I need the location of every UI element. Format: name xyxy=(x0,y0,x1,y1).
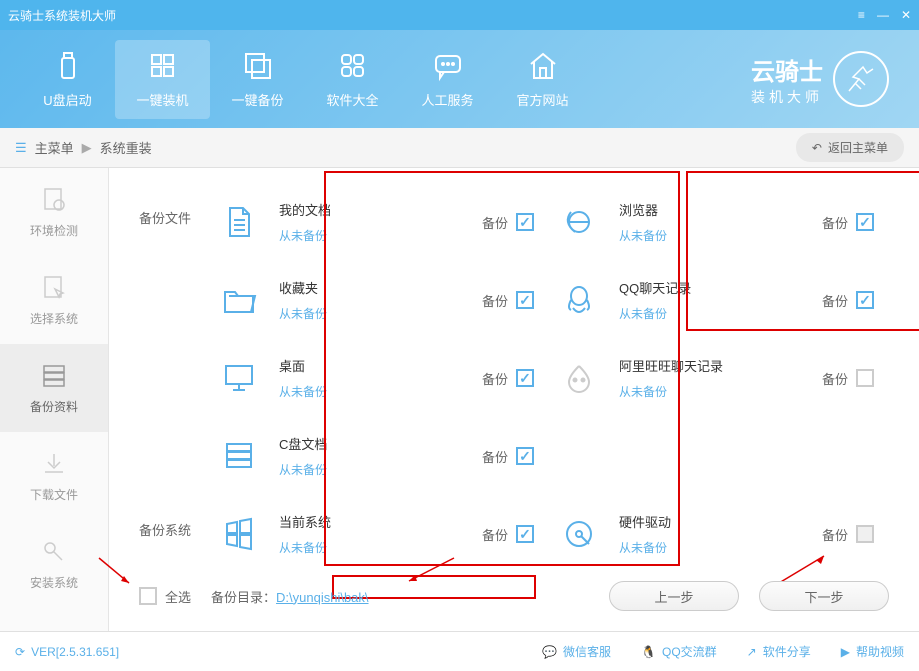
select-all-checkbox[interactable] xyxy=(139,587,157,605)
backup-checkbox[interactable] xyxy=(856,291,874,309)
version-info[interactable]: ⟳ VER[2.5.31.651] xyxy=(15,645,119,659)
next-button[interactable]: 下一步 xyxy=(759,581,889,611)
nav-one-click-install[interactable]: 一键装机 xyxy=(115,40,210,119)
backup-item-documents: 我的文档从未备份 备份 xyxy=(209,183,544,261)
chat-icon xyxy=(432,50,464,82)
breadcrumb-main[interactable]: 主菜单 xyxy=(35,138,74,157)
video-icon: ▶ xyxy=(841,645,850,659)
download-icon xyxy=(40,450,68,478)
sidebar-backup-data[interactable]: 备份资料 xyxy=(0,344,108,432)
usb-icon xyxy=(52,50,84,82)
backup-checkbox[interactable] xyxy=(516,525,534,543)
document-icon xyxy=(221,204,257,240)
footer-qq[interactable]: 🐧QQ交流群 xyxy=(641,643,717,660)
cursor-doc-icon xyxy=(40,274,68,302)
qq-icon xyxy=(561,282,597,318)
nav-support[interactable]: 人工服务 xyxy=(400,40,495,119)
gear-doc-icon xyxy=(40,186,68,214)
path-link[interactable]: D:\yunqishi\bak\ xyxy=(276,590,369,605)
home-icon xyxy=(527,50,559,82)
desktop-icon xyxy=(221,360,257,396)
title-bar: 云骑士系统装机大师 ≡ — ✕ xyxy=(0,0,919,30)
apps-icon xyxy=(337,50,369,82)
backup-checkbox[interactable] xyxy=(516,369,534,387)
close-icon[interactable]: ✕ xyxy=(901,8,911,22)
backup-checkbox[interactable] xyxy=(516,213,534,231)
undo-icon: ↶ xyxy=(812,141,822,155)
sidebar-install[interactable]: 安装系统 xyxy=(0,520,108,608)
chevron-right-icon: ▶ xyxy=(82,140,92,156)
backup-path: 备份目录：D:\yunqishi\bak\ xyxy=(211,587,369,606)
sidebar-download[interactable]: 下载文件 xyxy=(0,432,108,520)
wrench-icon xyxy=(40,538,68,566)
nav-software-store[interactable]: 软件大全 xyxy=(305,40,400,119)
prev-button[interactable]: 上一步 xyxy=(609,581,739,611)
windows-tiles-icon xyxy=(221,516,257,552)
wechat-icon: 💬 xyxy=(542,645,557,659)
backup-checkbox[interactable] xyxy=(856,213,874,231)
header-nav: U盘启动 一键装机 一键备份 软件大全 人工服务 官方网站 云骑士 装机大师 xyxy=(0,30,919,128)
logo: 云骑士 装机大师 xyxy=(751,51,889,107)
harddrive-icon xyxy=(561,516,597,552)
section-system-label: 备份系统 xyxy=(139,495,209,539)
back-button[interactable]: ↶ 返回主菜单 xyxy=(796,133,904,162)
backup-item-favorites: 收藏夹从未备份 备份 xyxy=(209,261,544,339)
content-panel: 备份文件 我的文档从未备份 备份 收藏夹从未备份 备份 桌面从未备份 xyxy=(109,168,919,631)
backup-checkbox[interactable] xyxy=(856,369,874,387)
footer-share[interactable]: ↗软件分享 xyxy=(747,643,811,660)
backup-item-browser: 浏览器从未备份 备份 xyxy=(549,183,884,261)
drop-icon xyxy=(561,360,597,396)
minimize-icon[interactable]: — xyxy=(877,8,889,22)
folder-icon xyxy=(221,282,257,318)
backup-checkbox[interactable] xyxy=(516,447,534,465)
windows-icon xyxy=(147,50,179,82)
select-all[interactable]: 全选 xyxy=(139,587,191,606)
server-icon xyxy=(221,438,257,474)
refresh-icon: ⟳ xyxy=(15,645,25,659)
backup-checkbox[interactable] xyxy=(856,525,874,543)
breadcrumb-bar: ☰ 主菜单 ▶ 系统重装 ↶ 返回主菜单 xyxy=(0,128,919,168)
footer-help[interactable]: ▶帮助视频 xyxy=(841,643,904,660)
qq-small-icon: 🐧 xyxy=(641,645,656,659)
section-files-label: 备份文件 xyxy=(139,183,209,227)
backup-item-qq: QQ聊天记录从未备份 备份 xyxy=(549,261,884,339)
nav-usb-boot[interactable]: U盘启动 xyxy=(20,40,115,119)
nav-one-click-backup[interactable]: 一键备份 xyxy=(210,40,305,119)
backup-item-cdrive: C盘文档从未备份 备份 xyxy=(209,417,544,495)
sidebar-env-check[interactable]: 环境检测 xyxy=(0,168,108,256)
footer-wechat[interactable]: 💬微信客服 xyxy=(542,643,611,660)
app-title: 云骑士系统装机大师 xyxy=(8,7,116,24)
backup-icon xyxy=(242,50,274,82)
share-icon: ↗ xyxy=(747,645,757,659)
footer: ⟳ VER[2.5.31.651] 💬微信客服 🐧QQ交流群 ↗软件分享 ▶帮助… xyxy=(0,631,919,671)
backup-item-desktop: 桌面从未备份 备份 xyxy=(209,339,544,417)
list-icon: ☰ xyxy=(15,140,27,156)
menu-icon[interactable]: ≡ xyxy=(858,8,865,22)
sidebar: 环境检测 选择系统 备份资料 下载文件 安装系统 xyxy=(0,168,109,631)
nav-official-site[interactable]: 官方网站 xyxy=(495,40,590,119)
backup-item-drivers: 硬件驱动从未备份 备份 xyxy=(549,495,884,573)
sidebar-select-system[interactable]: 选择系统 xyxy=(0,256,108,344)
backup-item-aliwangwang: 阿里旺旺聊天记录从未备份 备份 xyxy=(549,339,884,417)
backup-item-current-system: 当前系统从未备份 备份 xyxy=(209,495,544,573)
database-icon xyxy=(40,362,68,390)
ie-icon xyxy=(561,204,597,240)
breadcrumb-current: 系统重装 xyxy=(100,138,152,157)
knight-icon xyxy=(833,51,889,107)
backup-checkbox[interactable] xyxy=(516,291,534,309)
